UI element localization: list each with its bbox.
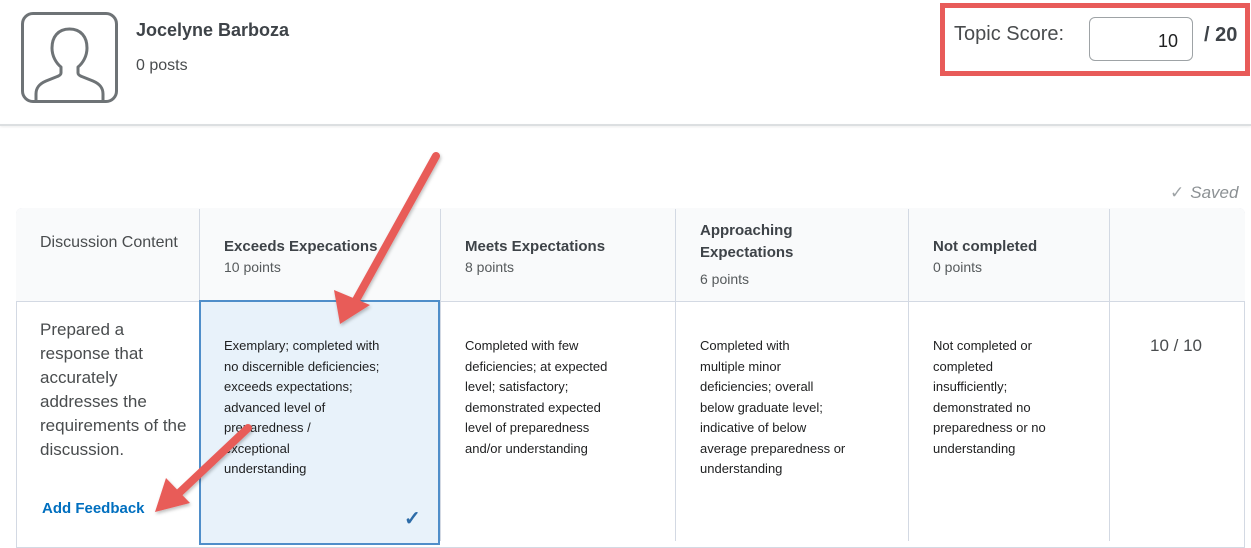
user-avatar-icon [34, 27, 105, 100]
description-line: average preparedness or [700, 440, 846, 456]
level-description-meets[interactable]: Completed with few deficiencies; at expe… [465, 336, 607, 459]
description-line: exceptional [224, 440, 290, 456]
description-line: understanding [224, 461, 307, 476]
saved-label: Saved [1190, 183, 1239, 202]
level-description-not-completed[interactable]: Not completed or completed insufficientl… [933, 336, 1046, 459]
column-divider [440, 209, 441, 541]
user-post-count: 0 posts [136, 57, 188, 74]
criterion-name: Discussion Content [40, 234, 178, 251]
user-name[interactable]: Jocelyne Barboza [136, 20, 289, 41]
criterion-description: Prepared a response that accurately addr… [40, 320, 187, 459]
level-points-not-completed: 0 points [933, 259, 983, 275]
level-description-approaching[interactable]: Completed with multiple minor deficienci… [700, 336, 845, 480]
description-line: understanding [700, 461, 783, 476]
description-line: understanding [933, 440, 1016, 456]
level-points-meets: 8 points [465, 259, 515, 275]
description-line: no discernible deficiencies; [224, 358, 380, 374]
column-divider [675, 209, 676, 541]
description-line: and/or understanding [465, 440, 588, 456]
description-line: Completed with [700, 338, 790, 353]
description-line: advanced level of [224, 399, 326, 415]
topic-score-input[interactable] [1089, 17, 1193, 61]
description-line: level; satisfactory; [465, 379, 569, 394]
level-name-meets: Meets Expectations [465, 238, 606, 255]
topic-score-total: / 20 [1204, 24, 1238, 46]
criterion-score: 10 / 10 [1150, 336, 1202, 355]
level-points-exceeds: 10 points [224, 259, 281, 275]
level-name-not-completed: Not completed [933, 238, 1038, 255]
description-line: Exemplary; completed with [224, 338, 380, 353]
description-line: Not completed or [933, 338, 1032, 353]
level-points-approaching: 6 points [700, 271, 750, 287]
description-line: demonstrated expected [465, 399, 601, 415]
description-line: demonstrated no [933, 399, 1031, 415]
rubric-header-row [16, 208, 1245, 301]
user-avatar [21, 12, 118, 103]
description-line: Completed with few [465, 338, 579, 353]
topic-score-label: Topic Score: [954, 23, 1065, 45]
description-line: deficiencies; at expected [465, 358, 608, 374]
level-description-exceeds[interactable]: Exemplary; completed with no discernible… [224, 336, 379, 480]
checkmark-icon: ✓ [404, 508, 421, 530]
description-line: insufficiently; [933, 379, 1008, 394]
description-line: exceeds expectations; [224, 379, 353, 394]
column-divider [1109, 209, 1110, 541]
description-line: multiple minor [700, 358, 781, 374]
add-feedback-link[interactable]: Add Feedback [42, 500, 145, 517]
description-line: completed [933, 358, 993, 374]
level-name-exceeds: Exceeds Expecations [224, 238, 378, 255]
saved-status: ✓ Saved [1170, 183, 1238, 203]
description-line: deficiencies; overall [700, 379, 814, 394]
checkmark-icon: ✓ [1170, 183, 1185, 202]
description-line: indicative of below [700, 420, 807, 435]
description-line: level of preparedness [465, 420, 590, 435]
level-name-approaching: Approaching Expectations [700, 222, 794, 261]
header-divider [0, 124, 1251, 126]
column-divider [908, 209, 909, 541]
description-line: preparedness or no [933, 420, 1046, 435]
description-line: below graduate level; [700, 399, 823, 415]
description-line: preparedness / [224, 420, 311, 435]
